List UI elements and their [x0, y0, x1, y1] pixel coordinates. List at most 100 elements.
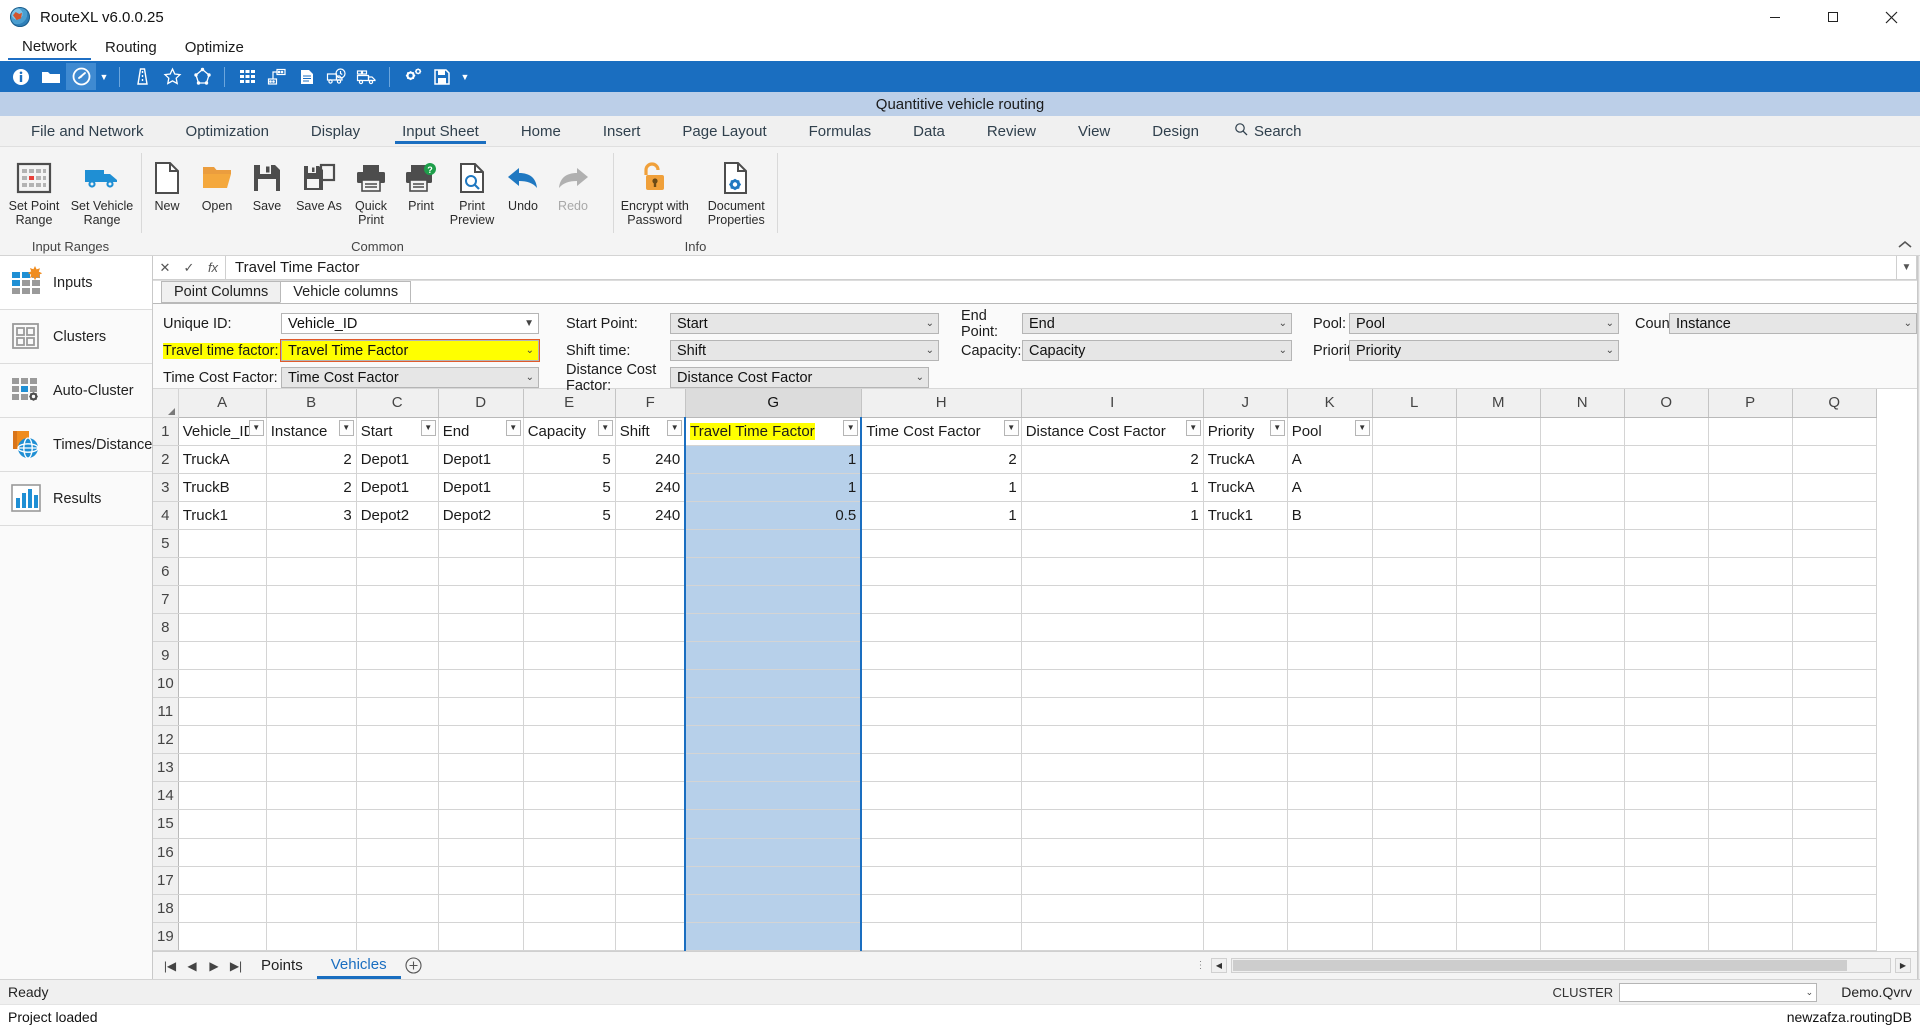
- column-header-a[interactable]: A: [178, 389, 267, 418]
- header-cell-g1[interactable]: Travel Time Factor ▼: [684, 417, 863, 446]
- table-row-empty[interactable]: 5: [153, 529, 1877, 558]
- cell-m8[interactable]: [1456, 613, 1541, 643]
- cell-p14[interactable]: [1708, 781, 1793, 811]
- travel-time-factor-select[interactable]: Travel Time Factor ⌄: [280, 339, 540, 362]
- cell-p19[interactable]: [1708, 922, 1793, 951]
- cell-m4[interactable]: [1456, 501, 1541, 530]
- cell-d7[interactable]: [438, 585, 524, 615]
- expand-formula-bar-icon[interactable]: ▼: [1897, 256, 1917, 280]
- cell-e6[interactable]: [523, 557, 616, 586]
- cell-l4[interactable]: [1372, 501, 1457, 530]
- cell-a2[interactable]: TruckA: [178, 445, 267, 474]
- cell-m11[interactable]: [1456, 697, 1541, 727]
- cell-e8[interactable]: [523, 613, 616, 643]
- cell-m14[interactable]: [1456, 781, 1541, 811]
- table-row[interactable]: 2 TruckA 2 Depot1 Depot1 5 240 1 2 2 TruckA A: [153, 445, 1877, 474]
- cell-h15[interactable]: [861, 809, 1022, 839]
- hscroll-left-button[interactable]: ◀: [1211, 958, 1227, 973]
- cell-q5[interactable]: [1792, 529, 1877, 558]
- cell-p15[interactable]: [1708, 809, 1793, 839]
- cell-b12[interactable]: [266, 725, 357, 755]
- cell-k15[interactable]: [1287, 809, 1373, 839]
- cell-n17[interactable]: [1540, 866, 1625, 895]
- column-header-h[interactable]: H: [861, 389, 1022, 418]
- cell-p2[interactable]: [1708, 445, 1793, 474]
- cell-i15[interactable]: [1021, 809, 1204, 839]
- cell-i5[interactable]: [1021, 529, 1204, 558]
- cell-d18[interactable]: [438, 894, 524, 923]
- cell-d3[interactable]: Depot1: [438, 473, 524, 502]
- unique-id-select[interactable]: Vehicle_ID ▼: [281, 313, 539, 334]
- cell-q12[interactable]: [1792, 725, 1877, 755]
- cell-e19[interactable]: [523, 922, 616, 951]
- cell-o10[interactable]: [1624, 669, 1709, 699]
- cell-a6[interactable]: [178, 557, 267, 586]
- cell-a11[interactable]: [178, 697, 267, 727]
- cell-b14[interactable]: [266, 781, 357, 811]
- column-header-o[interactable]: O: [1624, 389, 1709, 418]
- cell-l11[interactable]: [1372, 697, 1457, 727]
- table-row[interactable]: 4 Truck1 3 Depot2 Depot2 5 240 0.5 1 1 Truck1 B: [153, 501, 1877, 530]
- road-icon[interactable]: [127, 63, 157, 90]
- cell-n4[interactable]: [1540, 501, 1625, 530]
- menu-item-routing[interactable]: Routing: [91, 36, 171, 59]
- tab-view[interactable]: View: [1057, 116, 1131, 146]
- cell-b7[interactable]: [266, 585, 357, 615]
- tab-optimization[interactable]: Optimization: [165, 116, 290, 146]
- cell-g12[interactable]: [684, 725, 863, 755]
- cell-g15[interactable]: [684, 809, 863, 839]
- chevron-down-icon-2[interactable]: ▼: [457, 63, 473, 90]
- cell-k3[interactable]: A: [1287, 473, 1373, 502]
- row-header-3[interactable]: 3: [153, 473, 179, 502]
- sidebar-item-inputs[interactable]: Inputs: [0, 256, 152, 310]
- cell-k4[interactable]: B: [1287, 501, 1373, 530]
- cell-g6[interactable]: [684, 557, 863, 586]
- cell-n14[interactable]: [1540, 781, 1625, 811]
- cell-b18[interactable]: [266, 894, 357, 923]
- first-sheet-icon[interactable]: |◀: [159, 959, 181, 973]
- cell-i6[interactable]: [1021, 557, 1204, 586]
- cell-d4[interactable]: Depot2: [438, 501, 524, 530]
- cell-j10[interactable]: [1203, 669, 1288, 699]
- cell-g18[interactable]: [684, 894, 863, 923]
- cell-k8[interactable]: [1287, 613, 1373, 643]
- cell-q11[interactable]: [1792, 697, 1877, 727]
- cell-q1[interactable]: [1792, 417, 1877, 446]
- cell-l13[interactable]: [1372, 753, 1457, 783]
- close-button[interactable]: [1862, 0, 1920, 34]
- cell-b17[interactable]: [266, 866, 357, 895]
- cell-o2[interactable]: [1624, 445, 1709, 474]
- cell-n8[interactable]: [1540, 613, 1625, 643]
- header-cell-i1[interactable]: Distance Cost Factor ▼: [1021, 417, 1204, 446]
- cell-l1[interactable]: [1372, 417, 1457, 446]
- cell-j4[interactable]: Truck1: [1203, 501, 1288, 530]
- cell-o16[interactable]: [1624, 838, 1709, 867]
- split-grip[interactable]: ⋮: [1195, 960, 1207, 971]
- cell-c18[interactable]: [356, 894, 439, 923]
- save-button[interactable]: Save: [242, 153, 292, 213]
- cell-i17[interactable]: [1021, 866, 1204, 895]
- filter-button-j[interactable]: ▼: [1269, 419, 1285, 436]
- table-row-empty[interactable]: 13: [153, 753, 1877, 783]
- cell-a10[interactable]: [178, 669, 267, 699]
- cell-k11[interactable]: [1287, 697, 1373, 727]
- cell-e9[interactable]: [523, 641, 616, 671]
- cluster-select[interactable]: ⌄: [1619, 982, 1818, 1002]
- cell-p5[interactable]: [1708, 529, 1793, 558]
- cluster-icon[interactable]: [262, 63, 292, 90]
- table-row-empty[interactable]: 8: [153, 613, 1877, 643]
- cell-a17[interactable]: [178, 866, 267, 895]
- filter-button-f[interactable]: ▼: [667, 419, 683, 436]
- cell-m6[interactable]: [1456, 557, 1541, 586]
- cell-p18[interactable]: [1708, 894, 1793, 923]
- star-icon[interactable]: [157, 63, 187, 90]
- tab-design[interactable]: Design: [1131, 116, 1220, 146]
- cell-m18[interactable]: [1456, 894, 1541, 923]
- cell-i2[interactable]: 2: [1021, 445, 1204, 474]
- cell-j6[interactable]: [1203, 557, 1288, 586]
- print-button[interactable]: ? Print: [396, 153, 446, 213]
- filter-button-k[interactable]: ▼: [1354, 419, 1370, 436]
- row-header-17[interactable]: 17: [153, 866, 179, 895]
- cell-l15[interactable]: [1372, 809, 1457, 839]
- cell-b11[interactable]: [266, 697, 357, 727]
